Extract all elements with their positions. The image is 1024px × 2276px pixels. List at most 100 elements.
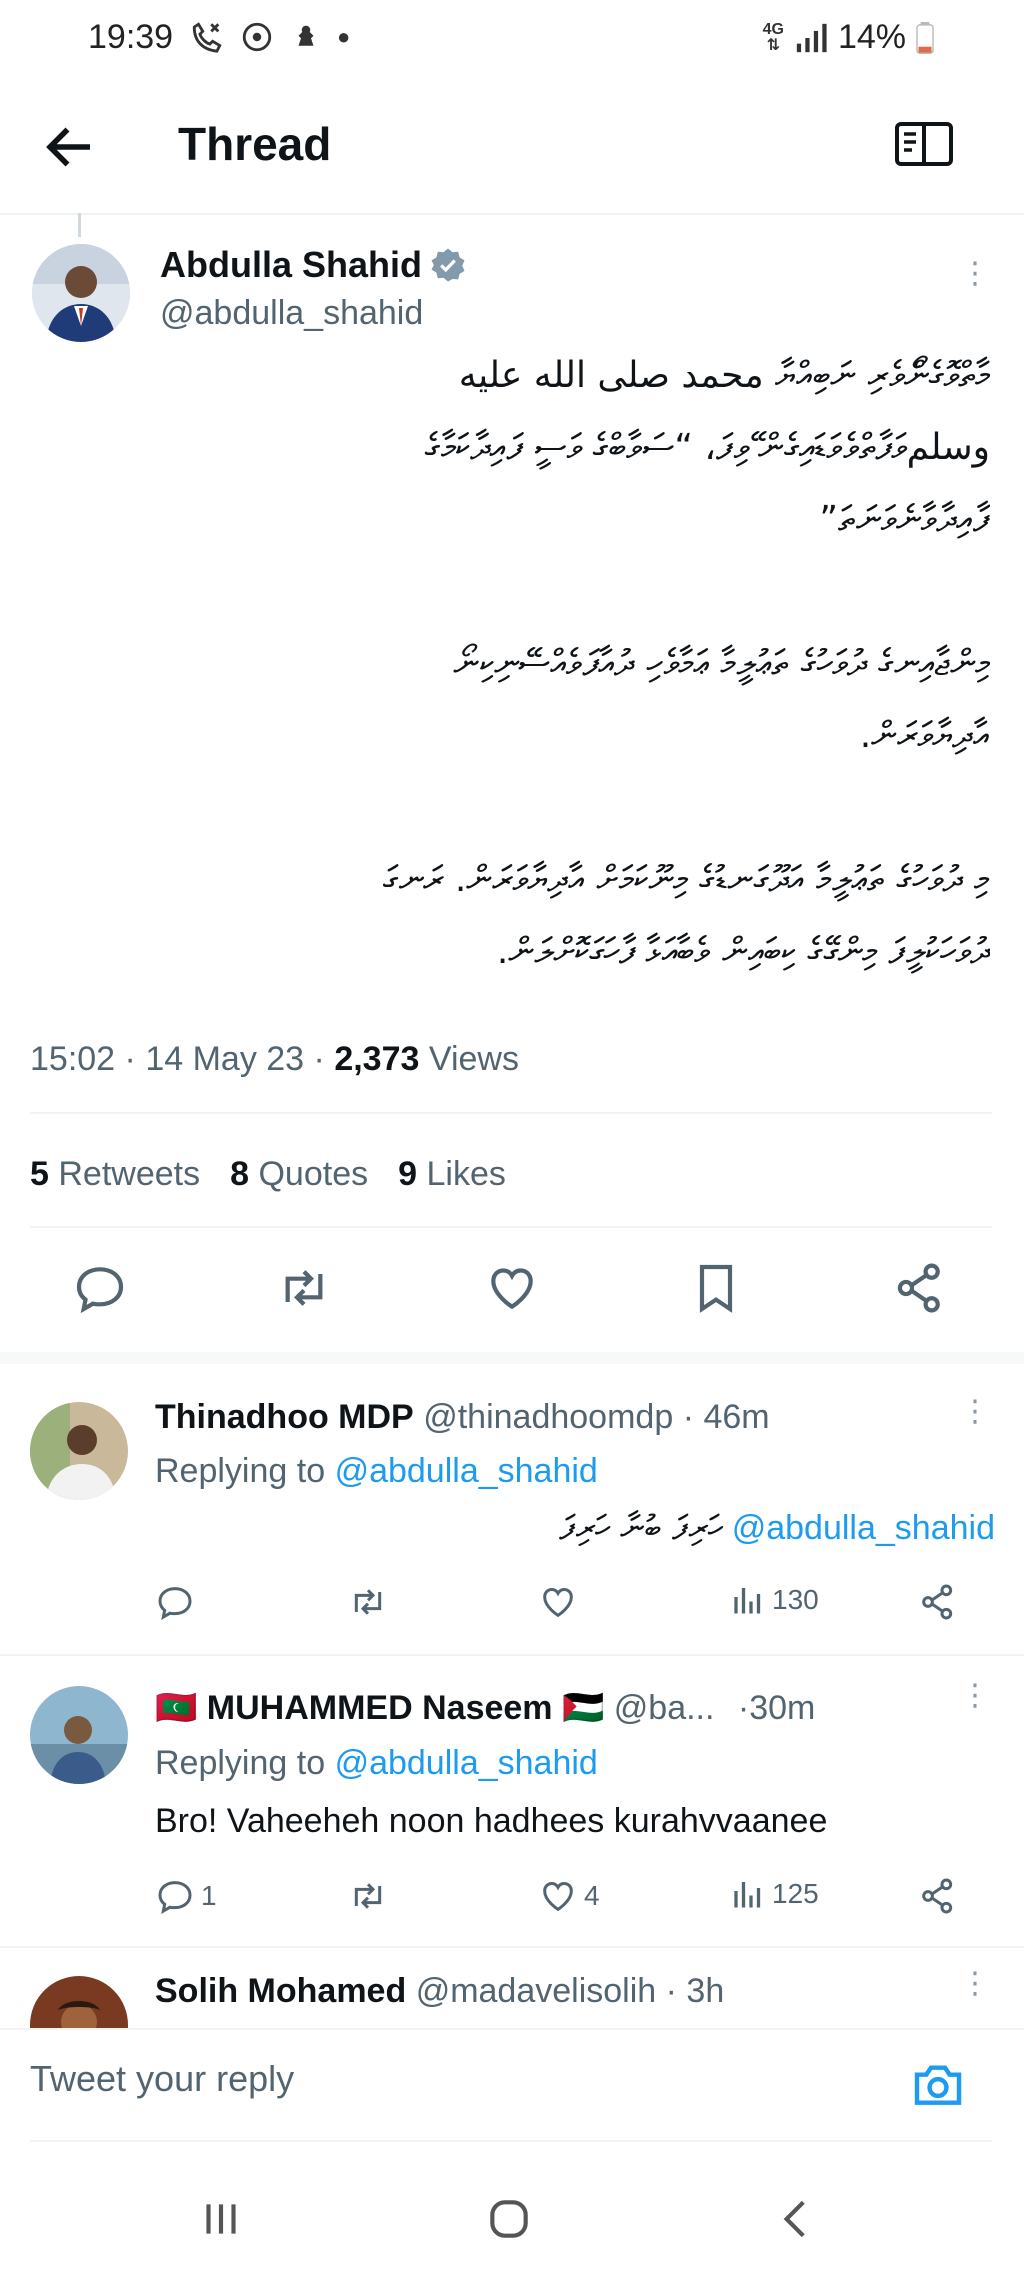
reply-text-body: ހަރިފަ ބުނާ ހަރިފަ bbox=[559, 1508, 723, 1548]
stats-divider bbox=[30, 1226, 992, 1228]
reply-actions: 130 bbox=[0, 1582, 1024, 1642]
section-divider bbox=[0, 1352, 1024, 1364]
book-icon bbox=[895, 122, 953, 166]
avatar-thinadhoo-mdp[interactable] bbox=[30, 1402, 128, 1500]
replying-to-link[interactable]: @abdulla_shahid bbox=[335, 1744, 598, 1782]
author-name[interactable]: Abdulla Shahid bbox=[160, 244, 422, 286]
reply-button[interactable] bbox=[72, 1260, 128, 1316]
recent-apps-button[interactable] bbox=[196, 2194, 246, 2244]
reply-item[interactable]: Thinadhoo MDP @thinadhoomdp · 46m ⋮ Repl… bbox=[0, 1364, 1024, 1654]
like-button[interactable]: 4 bbox=[538, 1876, 600, 1916]
tweet-line: وسلمވަފާތްވެވަޑައިގެން ޭވިފަ، “ސަވާބްގެ … bbox=[424, 427, 990, 468]
likes-stat[interactable]: 9 Likes bbox=[398, 1155, 506, 1194]
avatar-abdulla-shahid[interactable] bbox=[32, 244, 130, 342]
retweets-stat[interactable]: 5 Retweets bbox=[30, 1155, 200, 1194]
reply-icon bbox=[76, 1267, 124, 1314]
reply-author-name[interactable]: MUHAMMED Naseem bbox=[207, 1689, 553, 1727]
reply-author-name[interactable]: Thinadhoo MDP bbox=[155, 1398, 414, 1436]
tweet-line: ފާއިދާވާނެވަނަތަ” bbox=[819, 499, 990, 540]
tweet-line bbox=[30, 772, 990, 844]
reply-composer: Tweet your reply bbox=[0, 2030, 1024, 2140]
like-button[interactable] bbox=[484, 1260, 540, 1316]
reply-author-row: 🇲🇻 MUHAMMED Naseem 🇵🇸 @ba... ·30m bbox=[155, 1688, 815, 1728]
reply-time: ·30m bbox=[737, 1689, 816, 1727]
share-button[interactable] bbox=[918, 1582, 958, 1622]
reply-time: · 46m bbox=[682, 1398, 770, 1436]
tweet-date: 14 May 23 bbox=[145, 1040, 305, 1078]
share-button[interactable] bbox=[918, 1876, 958, 1916]
author-handle[interactable]: @abdulla_shahid bbox=[160, 294, 423, 333]
avatar-muhammed-naseem[interactable] bbox=[30, 1686, 128, 1784]
missed-call-icon bbox=[192, 22, 222, 53]
tweet-line: މާތްވޮގެންޯވެރި ނަބިއްޔާ محمد صلى الله ع… bbox=[458, 355, 990, 396]
views-button[interactable]: 130 bbox=[730, 1582, 819, 1618]
nav-back-button[interactable] bbox=[772, 2194, 822, 2244]
meta-divider bbox=[30, 1112, 992, 1114]
arrow-left-icon bbox=[46, 127, 90, 167]
share-icon bbox=[897, 1263, 940, 1313]
replying-to-link[interactable]: @abdulla_shahid bbox=[335, 1452, 598, 1490]
views-count: 2,373 bbox=[334, 1040, 420, 1078]
battery-icon bbox=[916, 21, 934, 54]
home-icon bbox=[490, 2200, 528, 2238]
share-icon bbox=[922, 1878, 953, 1914]
avatar-image bbox=[32, 244, 130, 342]
back-button[interactable] bbox=[40, 117, 100, 177]
avatar-solih-mohamed[interactable] bbox=[30, 1976, 128, 2030]
more-options-button[interactable]: ⋮ bbox=[960, 259, 990, 308]
more-options-button[interactable]: ⋮ bbox=[960, 1397, 990, 1446]
status-time: 19:39 bbox=[88, 18, 174, 56]
reply-item[interactable]: 🇲🇻 MUHAMMED Naseem 🇵🇸 @ba... ·30m ⋮ Repl… bbox=[0, 1656, 1024, 1946]
reply-author-handle[interactable]: @madavelisolih bbox=[416, 1972, 657, 2010]
home-button[interactable] bbox=[484, 2194, 534, 2244]
avatar-image bbox=[30, 1976, 128, 2030]
heart-icon bbox=[491, 1268, 533, 1310]
more-options-button[interactable]: ⋮ bbox=[960, 1969, 990, 2018]
retweet-button[interactable] bbox=[276, 1260, 332, 1316]
header-divider bbox=[0, 213, 1024, 215]
reply-button[interactable] bbox=[155, 1582, 201, 1622]
views-button[interactable]: 125 bbox=[730, 1876, 819, 1912]
retweet-button[interactable] bbox=[348, 1582, 394, 1622]
author-name-row: Abdulla Shahid bbox=[160, 244, 466, 286]
reply-icon bbox=[158, 1881, 192, 1914]
more-notifications-dot: ● bbox=[337, 24, 359, 49]
reply-author-handle[interactable]: @ba... bbox=[614, 1689, 715, 1727]
verified-badge-icon bbox=[431, 248, 465, 282]
mention-link[interactable]: @abdulla_shahid bbox=[732, 1509, 995, 1547]
camera-button[interactable] bbox=[910, 2056, 966, 2112]
like-button[interactable] bbox=[538, 1582, 584, 1622]
views-chart-icon bbox=[734, 1588, 761, 1614]
views-chart-icon bbox=[734, 1882, 761, 1908]
retweet-button[interactable] bbox=[348, 1876, 394, 1916]
views-label: Views bbox=[428, 1040, 519, 1078]
status-right: 4G ⇅ 14% bbox=[763, 18, 934, 57]
reply-author-row: Solih Mohamed @madavelisolih · 3h bbox=[155, 1972, 724, 2011]
reply-author-handle[interactable]: @thinadhoomdp bbox=[423, 1398, 673, 1436]
tweet-line: އާދިޔާވަރަން. bbox=[859, 715, 990, 756]
reply-button[interactable]: 1 bbox=[155, 1876, 217, 1916]
page-title: Thread bbox=[178, 118, 332, 170]
status-bar: 19:39 ● 4G ⇅ 14% bbox=[0, 0, 1024, 80]
heart-icon bbox=[543, 1881, 573, 1912]
reply-input[interactable]: Tweet your reply bbox=[30, 2058, 294, 2100]
reply-text: Bro! Vaheeheh noon hadhees kurahvvaanee bbox=[155, 1802, 828, 1840]
heart-icon bbox=[543, 1587, 573, 1618]
reader-button[interactable] bbox=[894, 119, 954, 169]
retweet-icon bbox=[354, 1589, 382, 1615]
app-notification-icon bbox=[243, 22, 272, 52]
reply-author-name[interactable]: Solih Mohamed bbox=[155, 1972, 406, 2010]
avatar-image bbox=[30, 1402, 128, 1500]
share-button[interactable] bbox=[892, 1260, 948, 1316]
tweet-meta: 15:02 · 14 May 23 · 2,373 Views bbox=[30, 1040, 519, 1078]
quotes-stat[interactable]: 8 Quotes bbox=[230, 1155, 368, 1194]
composer-divider bbox=[30, 2140, 992, 2142]
reply-time: · 3h bbox=[665, 1972, 725, 2010]
bookmark-button[interactable] bbox=[688, 1260, 744, 1316]
more-options-button[interactable]: ⋮ bbox=[960, 1681, 990, 1730]
reply-item[interactable]: Solih Mohamed @madavelisolih · 3h ⋮ bbox=[0, 1948, 1024, 2030]
battery-percent: 14% bbox=[837, 18, 906, 56]
tweet-time: 15:02 bbox=[30, 1040, 116, 1078]
retweet-icon bbox=[285, 1270, 323, 1306]
signal-icon bbox=[796, 23, 827, 52]
